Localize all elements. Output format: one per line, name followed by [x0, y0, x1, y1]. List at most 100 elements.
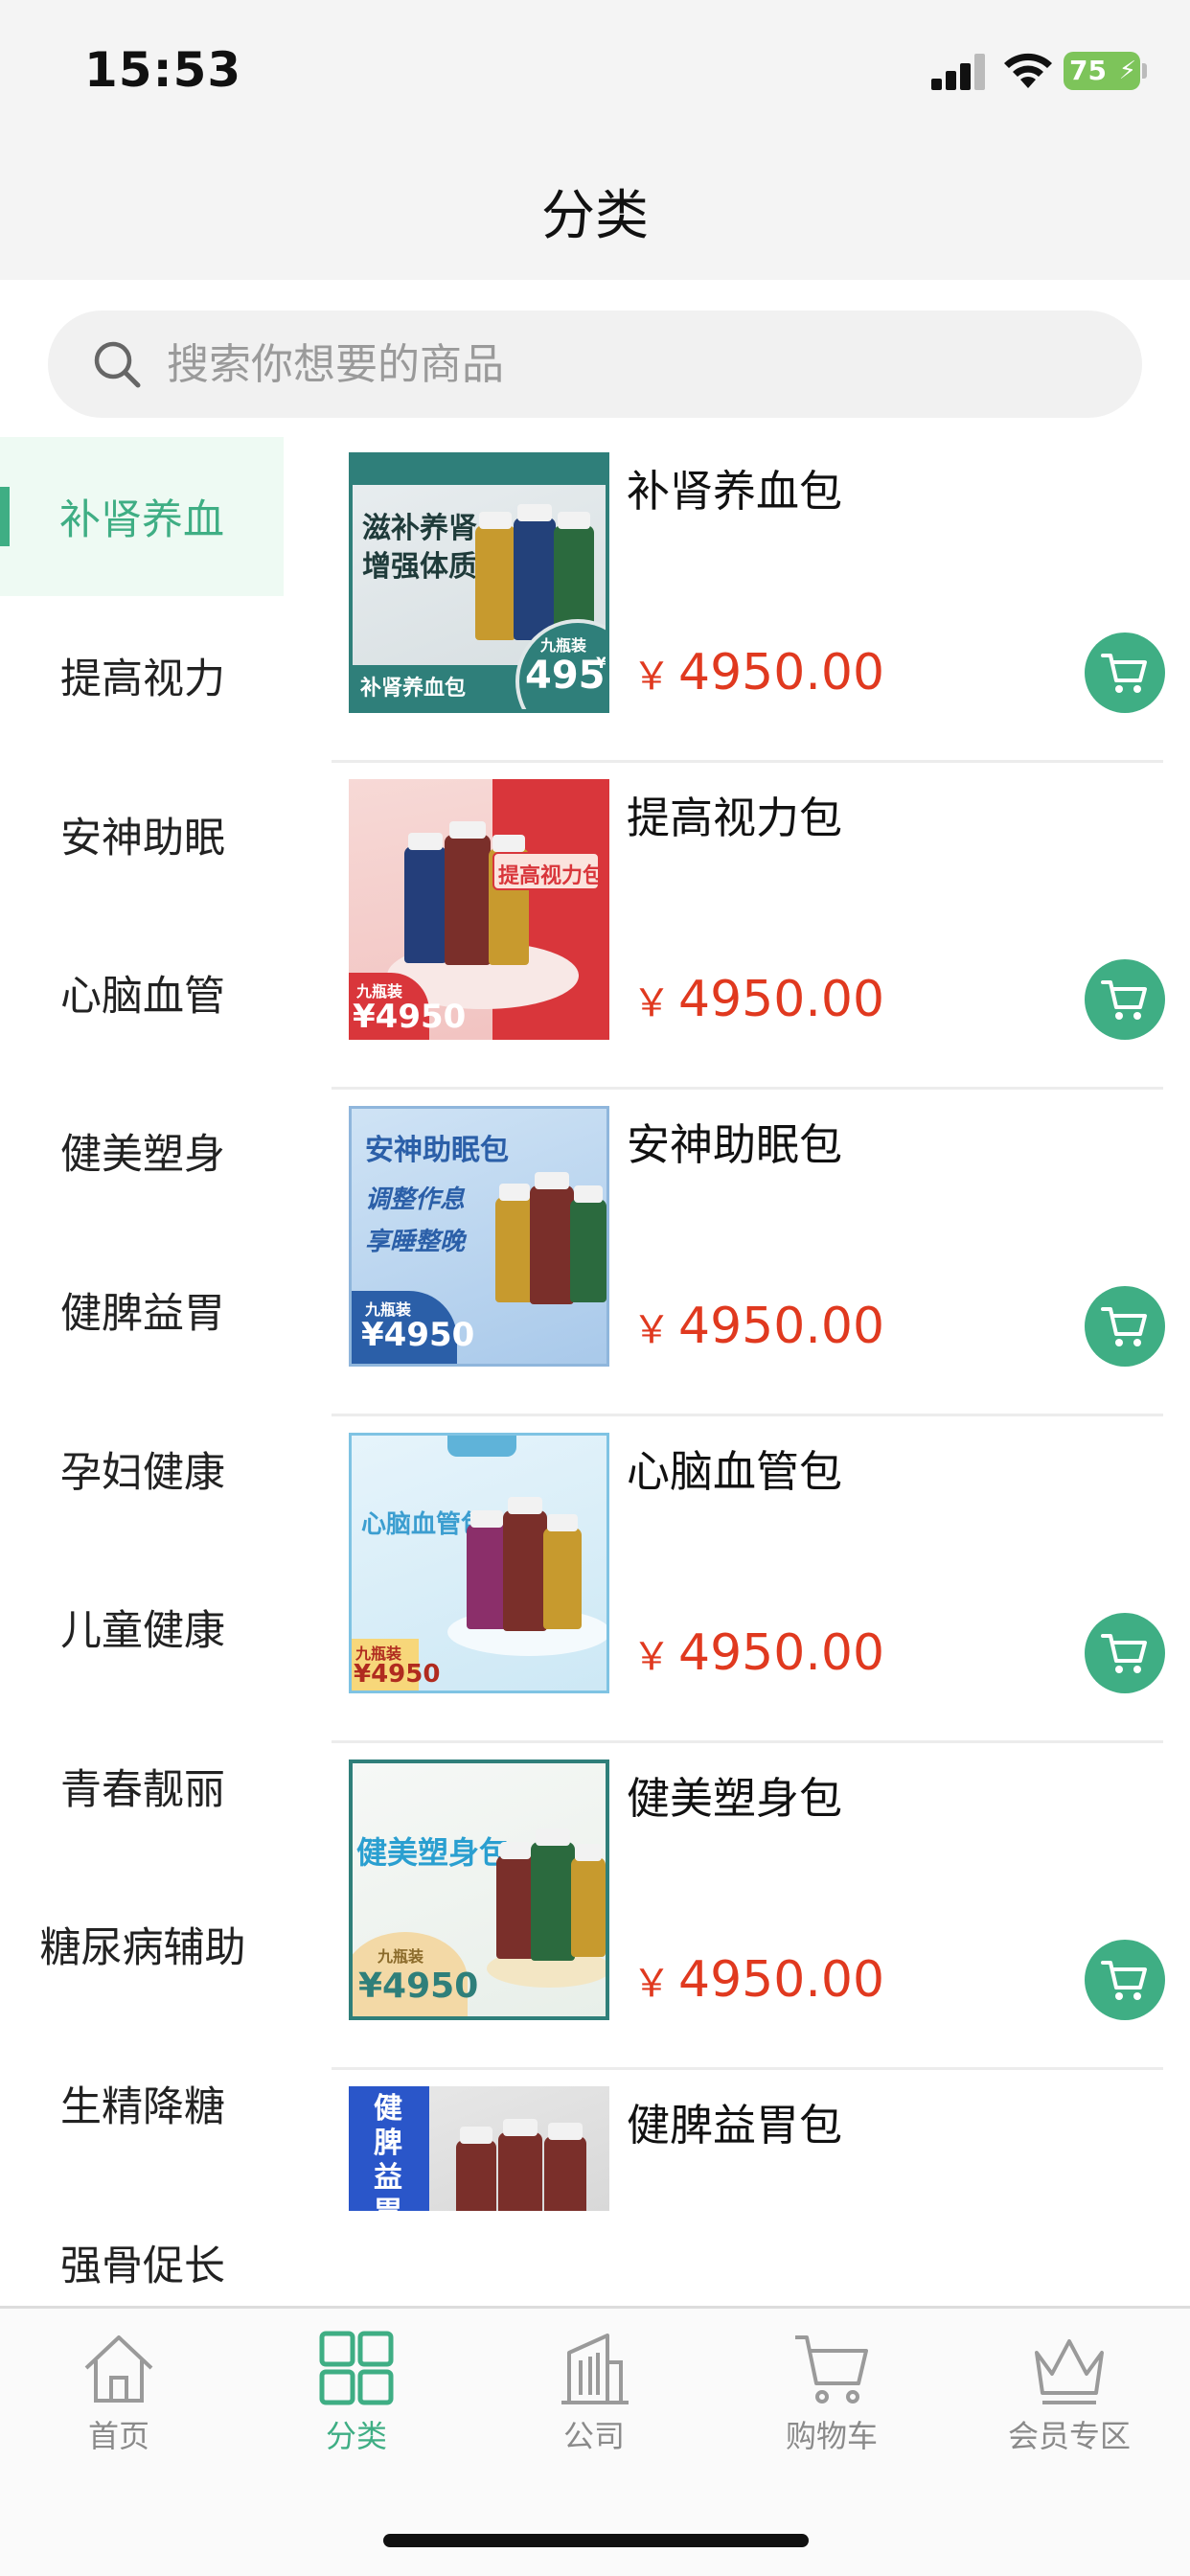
sidebar-item-1[interactable]: 提高视力 — [0, 596, 286, 755]
sidebar-item-11[interactable]: 强骨促长 — [0, 2183, 286, 2306]
product-card[interactable]: 健脾益胃 健脾益胃包 — [332, 2071, 1165, 2306]
price-value: 4950.00 — [678, 1624, 885, 1682]
product-image[interactable]: 滋补养肾 增强体质 补肾养血包 九瓶装 4950 ¥ — [349, 452, 609, 713]
image-text: 健脾益胃 — [374, 2092, 402, 2211]
currency-symbol: ￥ — [632, 981, 671, 1025]
image-text: ¥4950 — [353, 998, 467, 1036]
product-image[interactable]: 健美塑身包 九瓶装 ¥4950 — [349, 1760, 609, 2020]
cart-icon — [1101, 1307, 1147, 1346]
product-image[interactable]: 提高视力包 九瓶装 ¥4950 — [349, 779, 609, 1040]
crown-icon — [1035, 2339, 1104, 2404]
currency-symbol: ￥ — [632, 655, 671, 699]
tab-membership[interactable]: 会员专区 — [973, 2328, 1165, 2456]
add-to-cart-button[interactable] — [1085, 1613, 1165, 1693]
tab-home[interactable]: 首页 — [23, 2328, 215, 2456]
image-text: 九瓶装 — [540, 636, 587, 655]
sidebar-item-label: 健脾益胃 — [60, 1290, 225, 1338]
signal-icon — [931, 54, 987, 90]
product-card[interactable]: 健美塑身包 九瓶装 ¥4950 健美塑身包 ￥ 4950.00 — [332, 1744, 1165, 2070]
currency-symbol: ￥ — [632, 1635, 671, 1679]
category-sidebar: 补肾养血 提高视力 安神助眠 心脑血管 健美塑身 健脾益胃 孕妇健康 儿童健康 … — [0, 437, 286, 2306]
add-to-cart-button[interactable] — [1085, 959, 1165, 1040]
sidebar-item-label: 儿童健康 — [60, 1607, 225, 1655]
currency-symbol: ￥ — [632, 1308, 671, 1352]
sidebar-item-2[interactable]: 安神助眠 — [0, 755, 286, 914]
sidebar-item-label: 心脑血管 — [60, 973, 225, 1021]
page-title: 分类 — [541, 185, 649, 247]
tab-label: 分类 — [325, 2418, 387, 2454]
product-price: ￥ 4950.00 — [632, 1298, 884, 1355]
currency-symbol: ￥ — [632, 1962, 671, 2006]
sidebar-item-label: 强骨促长 — [60, 2242, 225, 2290]
product-card[interactable]: 安神助眠包 调整作息 享睡整晚 九瓶装 ¥4950 安神助眠包 ￥ 4950.00 — [332, 1091, 1165, 1416]
product-name[interactable]: 补肾养血包 — [627, 456, 842, 518]
sidebar-item-0[interactable]: 补肾养血 — [0, 437, 284, 596]
sidebar-item-label: 安神助眠 — [60, 815, 225, 862]
product-name[interactable]: 心脑血管包 — [627, 1437, 842, 1499]
tab-label: 购物车 — [785, 2418, 878, 2454]
add-to-cart-button[interactable] — [1085, 1286, 1165, 1367]
sidebar-item-4[interactable]: 健美塑身 — [0, 1071, 286, 1230]
product-image[interactable]: 健脾益胃 — [349, 2086, 609, 2211]
product-name[interactable]: 健美塑身包 — [627, 1763, 842, 1826]
price-value: 4950.00 — [678, 644, 885, 702]
sidebar-item-label: 青春靓丽 — [60, 1766, 225, 1814]
image-text: 提高视力包 — [498, 864, 605, 888]
search-bar[interactable] — [48, 310, 1142, 418]
building-icon — [561, 2334, 629, 2404]
battery-icon: 75 ⚡ — [1064, 52, 1140, 90]
image-text: ¥4950 — [361, 1316, 475, 1354]
sidebar-item-6[interactable]: 孕妇健康 — [0, 1390, 286, 1549]
tab-label: 首页 — [87, 2418, 149, 2454]
image-text: 安神助眠包 — [365, 1134, 509, 1167]
tab-cart[interactable]: 购物车 — [736, 2328, 927, 2456]
image-text: ¥4950 — [354, 1660, 441, 1689]
product-price: ￥ 4950.00 — [632, 644, 884, 702]
wifi-icon — [1004, 53, 1052, 88]
product-card[interactable]: 提高视力包 九瓶装 ¥4950 提高视力包 ￥ 4950.00 — [332, 764, 1165, 1090]
image-text: 享睡整晚 — [365, 1228, 466, 1256]
product-price: ￥ 4950.00 — [632, 1951, 884, 2009]
product-image[interactable]: 安神助眠包 调整作息 享睡整晚 九瓶装 ¥4950 — [349, 1106, 609, 1367]
sidebar-item-3[interactable]: 心脑血管 — [0, 913, 286, 1072]
sidebar-item-8[interactable]: 青春靓丽 — [0, 1707, 286, 1866]
sidebar-item-label: 补肾养血 — [59, 496, 224, 544]
product-name[interactable]: 提高视力包 — [627, 783, 842, 845]
image-text: 健美塑身包 — [356, 1834, 511, 1871]
tab-category[interactable]: 分类 — [261, 2328, 452, 2456]
price-value: 4950.00 — [678, 971, 885, 1028]
sidebar-item-label: 生精降糖 — [60, 2083, 225, 2131]
product-name[interactable]: 安神助眠包 — [627, 1110, 842, 1172]
sidebar-item-5[interactable]: 健脾益胃 — [0, 1230, 286, 1390]
sidebar-item-label: 孕妇健康 — [60, 1449, 225, 1497]
sidebar-item-7[interactable]: 儿童健康 — [0, 1548, 286, 1707]
product-name[interactable]: 健脾益胃包 — [627, 2090, 842, 2152]
sidebar-item-label: 糖尿病辅助 — [39, 1924, 246, 1972]
cart-icon — [1101, 1634, 1147, 1673]
add-to-cart-button[interactable] — [1085, 1940, 1165, 2020]
tab-company[interactable]: 公司 — [498, 2328, 690, 2456]
sidebar-item-label: 健美塑身 — [60, 1131, 225, 1179]
cart-icon — [1101, 1961, 1147, 2000]
product-price: ￥ 4950.00 — [632, 971, 884, 1028]
add-to-cart-button[interactable] — [1085, 632, 1165, 713]
product-list: 滋补养肾 增强体质 补肾养血包 九瓶装 4950 ¥ 补肾养血包 ￥4950.0… — [332, 437, 1190, 2306]
image-text: ¥4950 — [358, 1966, 479, 2006]
price-value: 4950.00 — [678, 1298, 885, 1355]
search-icon — [94, 341, 141, 388]
image-text: ¥ — [596, 654, 607, 672]
cart-icon — [1101, 980, 1147, 1020]
product-price: ￥ 4950.00 — [632, 1624, 884, 1682]
status-time: 15:53 — [84, 42, 242, 98]
battery-level: 75 — [1069, 55, 1107, 86]
product-card[interactable]: 滋补养肾 增强体质 补肾养血包 九瓶装 4950 ¥ 补肾养血包 ￥4950.0… — [332, 437, 1165, 763]
home-indicator — [383, 2534, 809, 2547]
category-grid-icon — [319, 2331, 394, 2405]
product-card[interactable]: 心脑血管包 九瓶装 ¥4950 心脑血管包 ￥ 4950.00 — [332, 1417, 1165, 1743]
sidebar-item-10[interactable]: 生精降糖 — [0, 2024, 286, 2183]
cart-icon — [795, 2335, 868, 2404]
search-input[interactable] — [167, 310, 1106, 418]
top-bar: 15:53 75 ⚡ 分类 — [0, 0, 1190, 280]
product-image[interactable]: 心脑血管包 九瓶装 ¥4950 — [349, 1433, 609, 1693]
sidebar-item-9[interactable]: 糖尿病辅助 — [0, 1865, 286, 2024]
